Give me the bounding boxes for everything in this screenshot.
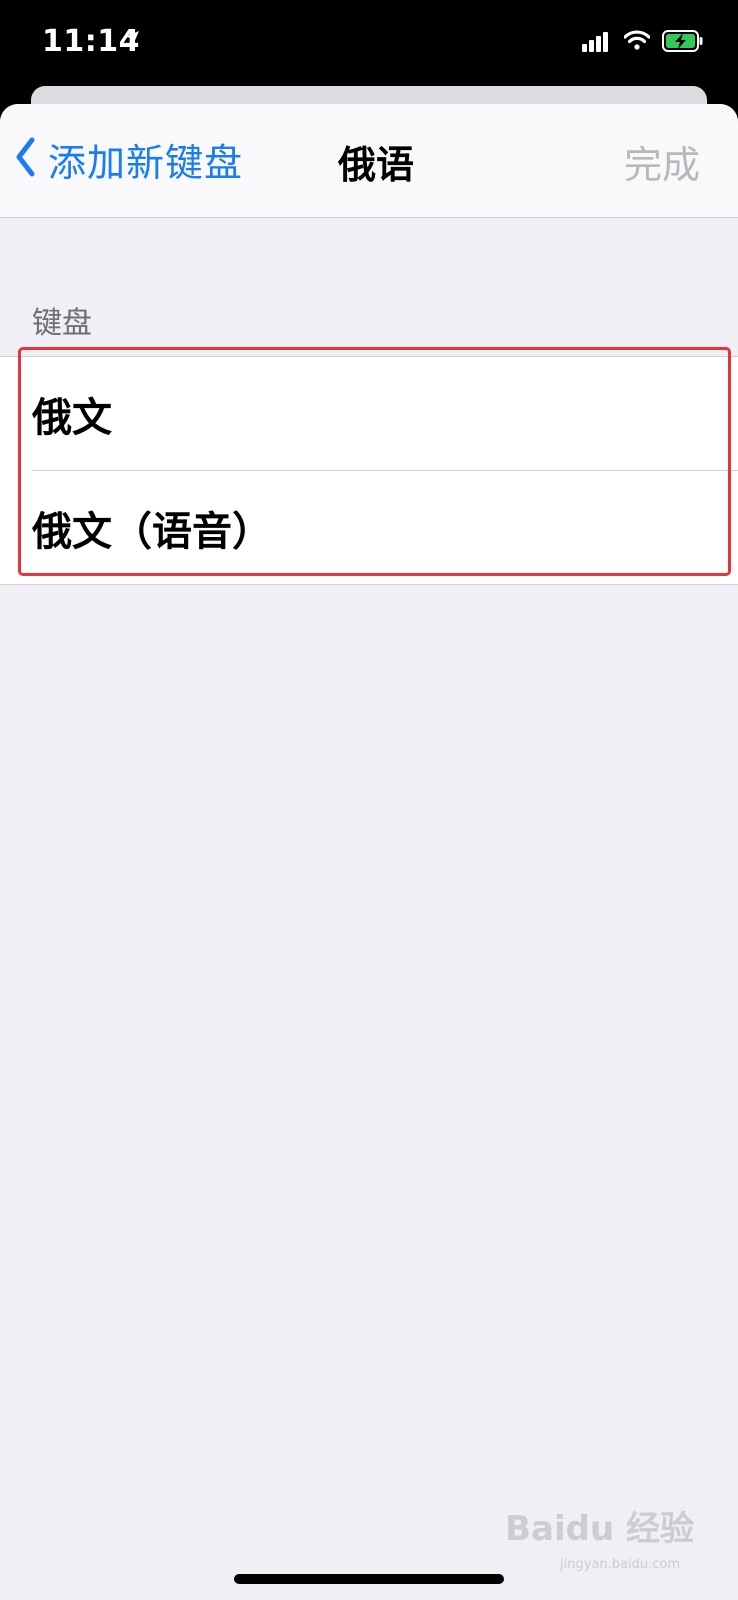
list-item-label: 俄文（语音） xyxy=(32,508,272,555)
cellular-signal-icon xyxy=(582,32,610,56)
home-indicator[interactable] xyxy=(234,1574,504,1584)
list-item-russian-phonetic[interactable]: 俄文（语音） xyxy=(0,471,738,584)
section-header-keyboards: 键盘 xyxy=(32,306,92,341)
watermark-url: jingyan.baidu.com xyxy=(560,1557,680,1572)
battery-charging-icon xyxy=(662,30,704,56)
modal-sheet: 添加新键盘 俄语 完成 键盘 俄文 俄文（语音） Baidu 经验 jingya… xyxy=(0,104,738,1600)
wifi-icon xyxy=(623,30,651,54)
done-button: 完成 xyxy=(623,143,700,187)
keyboard-list: 俄文 俄文（语音） xyxy=(0,356,738,585)
location-arrow-icon xyxy=(124,30,140,50)
list-item-label: 俄文 xyxy=(32,394,112,441)
list-item-russian[interactable]: 俄文 xyxy=(0,357,738,470)
watermark-logo: Baidu 经验 xyxy=(505,1509,694,1549)
status-bar: 11:14 xyxy=(0,0,738,90)
navigation-bar: 添加新键盘 俄语 完成 xyxy=(0,104,738,218)
